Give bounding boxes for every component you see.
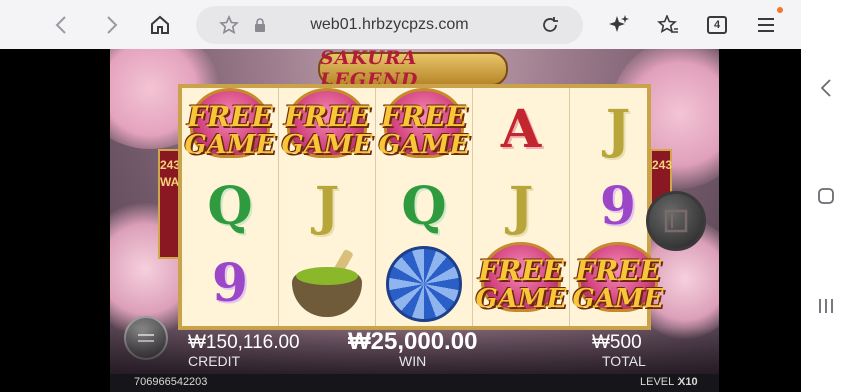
spin-button[interactable] <box>646 191 706 251</box>
reel-cell: FREE GAME <box>376 88 473 172</box>
reel-cell: 9 <box>182 242 279 326</box>
system-nav-rail <box>801 0 850 392</box>
symbol-j: J <box>605 99 631 160</box>
reel-cell: Q <box>182 172 279 242</box>
symbol-a: A <box>500 99 542 160</box>
url-text[interactable]: web01.hrbzycpzs.com <box>196 16 583 34</box>
reel-cell: J <box>570 88 666 172</box>
reel-cell: Q <box>376 172 473 242</box>
ways-badge-left: 243 WAYS <box>158 149 194 259</box>
total-value: ₩500 <box>592 332 642 353</box>
credit-value: ₩150,116.00 <box>188 332 300 353</box>
reel-cell: FREE GAME <box>182 88 279 172</box>
symbol-j: J <box>508 176 534 237</box>
reel-cell: FREE GAME <box>473 242 570 326</box>
reel-cell <box>376 242 473 326</box>
win-label: WIN <box>399 353 427 369</box>
address-bar[interactable]: web01.hrbzycpzs.com <box>196 6 583 44</box>
nav-recents-icon[interactable] <box>815 282 837 330</box>
home-icon[interactable] <box>145 0 175 49</box>
reel-cell: FREE GAME <box>279 88 376 172</box>
reel-cell: J <box>279 172 376 242</box>
credit-label: CREDIT <box>188 353 241 369</box>
free-game-symbol: FREE GAME <box>473 242 569 326</box>
total-label: TOTAL <box>602 353 646 369</box>
back-arrow-icon[interactable] <box>46 0 76 49</box>
tea-bowl-symbol <box>292 248 362 319</box>
bookmarks-icon[interactable] <box>654 0 682 49</box>
tabs-icon[interactable]: 4 <box>704 0 730 49</box>
reel-grid: FREE GAME FREE GAME FREE GAME A J Q J Q J 9 <box>178 84 663 330</box>
nav-home-icon[interactable] <box>815 172 837 220</box>
reel-cell: J <box>473 172 570 242</box>
free-game-symbol: FREE GAME <box>570 242 666 326</box>
symbol-nine: 9 <box>599 176 637 237</box>
reel-cell <box>279 242 376 326</box>
hud-bar: ₩150,116.00 CREDIT ₩25,000.00 WIN ₩500 T… <box>110 328 719 374</box>
tab-count: 4 <box>707 15 727 34</box>
free-game-symbol: FREE GAME <box>279 88 375 172</box>
win-value: ₩25,000.00 <box>348 328 478 355</box>
symbol-j: J <box>314 176 340 237</box>
sparkle-icon[interactable] <box>606 0 632 49</box>
reel-cell: A <box>473 88 570 172</box>
game-logo: SAKURA LEGEND <box>318 49 508 91</box>
footer-bar: 706966542203 LEVEL : X10 <box>110 374 719 392</box>
browser-toolbar: web01.hrbzycpzs.com 4 <box>0 0 801 49</box>
reel-cell: FREE GAME <box>570 242 666 326</box>
free-game-symbol: FREE GAME <box>182 88 278 172</box>
symbol-nine: 9 <box>211 253 249 314</box>
session-id: 706966542203 <box>134 376 208 388</box>
symbol-q: Q <box>207 176 253 237</box>
menu-icon[interactable] <box>754 0 778 49</box>
slot-game: SAKURA LEGEND 243 WAYS 243 FREEGAME FREE… <box>110 49 719 392</box>
level-value: X10 <box>678 376 698 388</box>
level-label: LEVEL : <box>640 376 680 388</box>
nav-back-icon[interactable] <box>815 64 837 112</box>
symbol-q: Q <box>401 176 447 237</box>
forward-arrow-icon[interactable] <box>97 0 127 49</box>
reload-icon[interactable] <box>536 0 564 49</box>
umbrella-symbol <box>386 246 462 322</box>
notification-dot <box>777 7 783 13</box>
free-game-symbol: FREE GAME <box>376 88 472 172</box>
